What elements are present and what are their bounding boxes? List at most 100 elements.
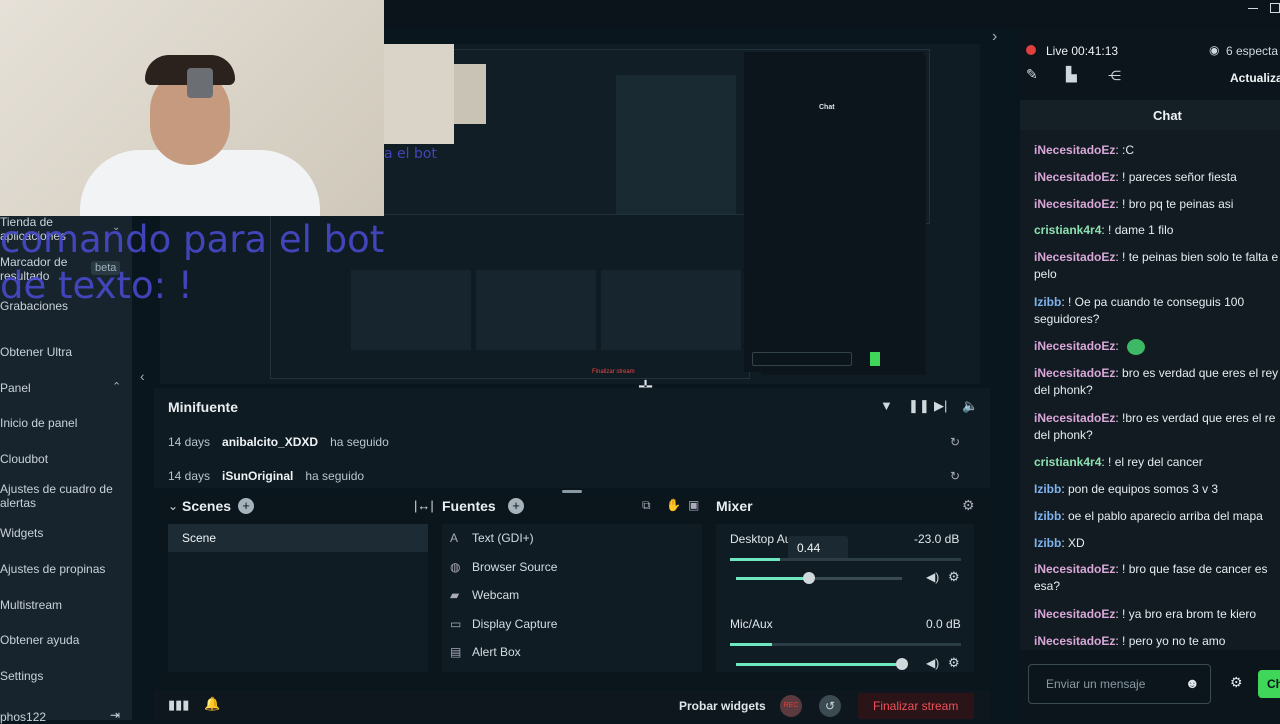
chat-message: cristiank4r4: ! dame 1 filo: [1034, 223, 1174, 237]
source-label: Browser Source: [472, 560, 558, 574]
edit-icon[interactable]: ✎: [1026, 66, 1038, 83]
minimize-icon[interactable]: [1248, 8, 1258, 9]
nested-send: [870, 352, 880, 366]
level-meter: [730, 643, 961, 646]
chat-send-label: Ch: [1267, 677, 1280, 691]
sidebar-item-panel[interactable]: Panel: [0, 381, 31, 395]
speaker-icon[interactable]: ◀): [926, 656, 939, 670]
slider-fill: [736, 577, 809, 580]
webcam-echo: [384, 44, 454, 144]
volume-slider[interactable]: [736, 658, 908, 670]
add-scene-icon[interactable]: +: [238, 498, 254, 514]
replay-icon[interactable]: ↻: [950, 435, 960, 449]
channel-settings-icon[interactable]: ⚙: [948, 569, 960, 585]
channel-settings-icon[interactable]: ⚙: [948, 655, 960, 671]
nested-chat-title: Chat: [819, 104, 835, 111]
chat-message: iNecesitadoEz:: [1034, 338, 1280, 355]
channel-name: Desktop Au: [730, 532, 792, 546]
nested-mixer: [601, 270, 741, 350]
sources-title: Fuentes: [442, 498, 496, 514]
filter-icon[interactable]: ▼: [880, 398, 893, 413]
chat-message: iNecesitadoEz: ! ya bro era brom te kier…: [1034, 607, 1257, 621]
webcam-echo-2: [454, 64, 486, 124]
sidebar-item-tip-settings[interactable]: Ajustes de propinas: [0, 562, 120, 576]
nested-scenes: [351, 270, 471, 350]
volume-slider[interactable]: [736, 572, 902, 584]
end-stream-button[interactable]: Finalizar stream: [858, 693, 974, 719]
stats-icon[interactable]: ▮▮▮: [168, 697, 189, 713]
scenes-list: Scene: [168, 524, 428, 672]
sidebar-item-alertbox-settings[interactable]: Ajustes de cuadro de alertas: [0, 482, 120, 510]
sidebar-item-multistream[interactable]: Multistream: [0, 598, 62, 612]
source-item[interactable]: ▭ Display Capture: [450, 617, 557, 631]
sidebar-item-cloudbot[interactable]: Cloudbot: [0, 452, 48, 466]
collapse-right-icon[interactable]: ›: [992, 28, 997, 46]
event-action: ha seguido: [330, 435, 389, 449]
chat-message: Izibb: XD: [1034, 536, 1085, 550]
source-item[interactable]: ▤ Alert Box: [450, 645, 521, 659]
update-button[interactable]: Actualiza: [1230, 71, 1280, 85]
sidebar-item-help[interactable]: Obtener ayuda: [0, 633, 79, 647]
maximize-icon[interactable]: [1270, 3, 1280, 13]
camera-icon: ▰: [450, 588, 460, 602]
source-label: Alert Box: [472, 645, 521, 659]
skip-icon[interactable]: ▶|: [934, 398, 947, 414]
overlay-small-text: a el bot: [384, 146, 437, 162]
recent-events-panel: Minifuente ▼ ❚❚ ▶| 🔈 14 days anibalcito_…: [154, 388, 990, 488]
event-row: 14 days iSunOriginal ha seguido ↻: [168, 461, 968, 491]
chat-input[interactable]: Enviar un mensaje ☻: [1028, 664, 1211, 704]
volume-icon[interactable]: 🔈: [962, 398, 978, 414]
replay-buffer-icon[interactable]: ↺: [819, 695, 841, 717]
webcam-feed: [0, 0, 384, 216]
collapse-icon[interactable]: ⌄: [168, 499, 178, 513]
source-item[interactable]: ▰ Webcam: [450, 588, 519, 602]
add-source-icon[interactable]: +: [508, 498, 524, 514]
share-icon[interactable]: ⋲: [1108, 68, 1121, 84]
replay-icon[interactable]: ↻: [950, 469, 960, 483]
source-item[interactable]: A Text (GDI+): [450, 531, 534, 545]
chat-settings-icon[interactable]: ⚙: [1230, 674, 1243, 691]
slider-handle[interactable]: [896, 658, 908, 670]
test-widgets-button[interactable]: Probar widgets: [679, 699, 766, 713]
minifuente-title: Minifuente: [168, 399, 238, 415]
live-dot-icon: [1026, 45, 1036, 55]
speaker-icon[interactable]: ◀): [926, 570, 939, 584]
source-label: Text (GDI+): [472, 531, 534, 545]
nested-chat-panel: Chat: [744, 52, 924, 372]
text-icon: A: [450, 531, 459, 545]
pause-icon[interactable]: ❚❚: [908, 398, 930, 414]
collapse-left-icon[interactable]: ‹: [140, 368, 145, 384]
mixer-settings-icon[interactable]: ⚙: [962, 497, 975, 514]
event-time: 14 days: [168, 435, 211, 449]
sidebar-item-panel-home[interactable]: Inicio de panel: [0, 416, 77, 430]
overlay-bot-text: comando para el bot: [0, 218, 385, 261]
scene-label: Scene: [182, 531, 217, 545]
folder-display-icon[interactable]: ⧉: [642, 498, 651, 513]
emoji-icon[interactable]: ☻: [1185, 675, 1200, 691]
resize-handle-2[interactable]: [562, 490, 582, 493]
source-item[interactable]: ◍ Browser Source: [450, 560, 557, 574]
channel-db: -23.0 dB: [914, 532, 960, 546]
level-fill: [730, 643, 772, 646]
chat-send-button[interactable]: Ch: [1258, 670, 1280, 698]
scene-transitions-icon[interactable]: |↔|: [414, 498, 434, 513]
slider-handle[interactable]: [803, 572, 815, 584]
sidebar-item-settings[interactable]: Settings: [0, 669, 43, 683]
hand-icon[interactable]: ✋: [666, 498, 681, 512]
sidebar-item-ultra[interactable]: Obtener Ultra: [0, 345, 72, 359]
notification-bell-icon[interactable]: 🔔: [204, 696, 220, 712]
nested-chat-input: [752, 352, 852, 366]
scene-item[interactable]: Scene: [168, 524, 428, 552]
folder-icon[interactable]: ▣: [688, 498, 699, 512]
sidebar-item-profile[interactable]: phos122: [0, 710, 46, 724]
store-icon[interactable]: ▙: [1066, 66, 1077, 83]
chat-input-placeholder: Enviar un mensaje: [1046, 677, 1146, 691]
chat-message: iNecesitadoEz: !bro es verdad que eres e…: [1034, 411, 1276, 442]
chat-message: Izibb: ! Oe pa cuando te conseguis 100 s…: [1034, 295, 1245, 326]
rec-button[interactable]: REC: [780, 695, 802, 717]
event-user: iSunOriginal: [222, 469, 294, 483]
sidebar-item-widgets[interactable]: Widgets: [0, 526, 43, 540]
chevron-up-icon[interactable]: ⌃: [112, 380, 121, 393]
chat-panel: Live 00:41:13 ◉ 6 especta ✎ ▙ ⋲ Actualiz…: [1020, 28, 1280, 720]
chat-message: iNecesitadoEz: ! bro pq te peinas asi: [1034, 197, 1234, 211]
